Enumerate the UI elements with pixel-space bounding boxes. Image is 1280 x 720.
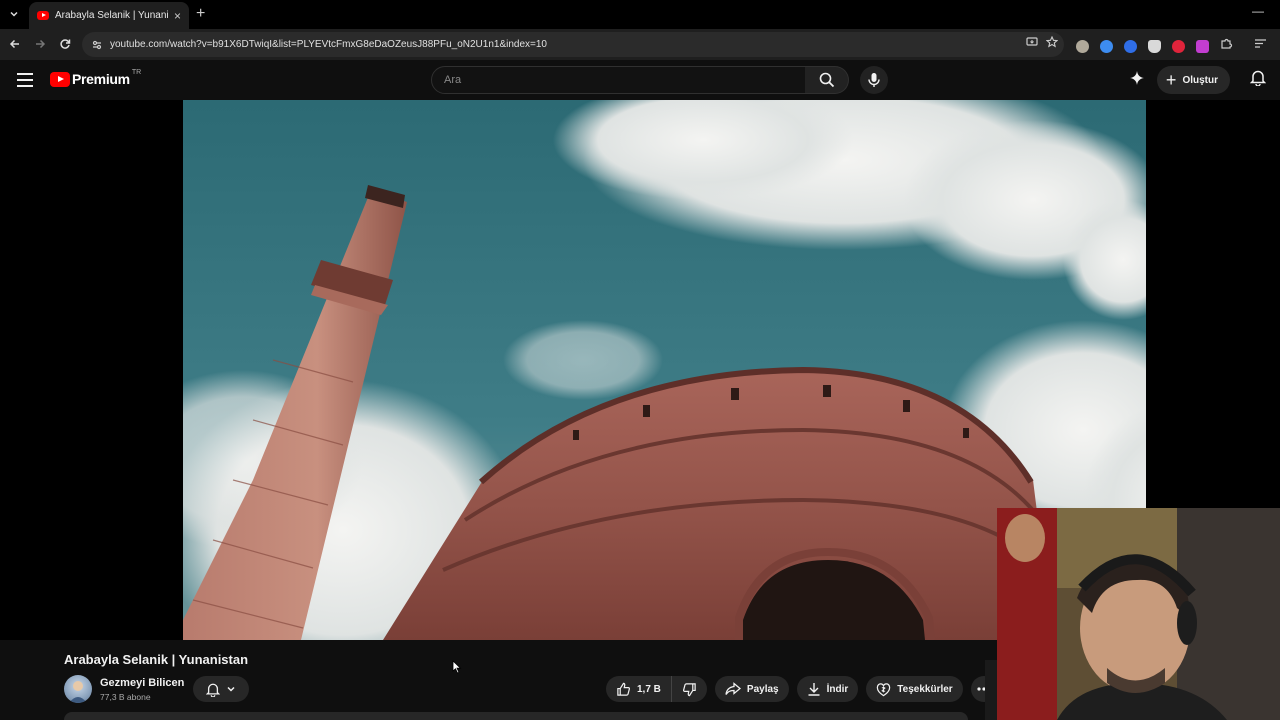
share-label: Paylaş [746,683,779,695]
address-bar[interactable]: youtube.com/watch?v=b91X6DTwiqI&list=PLY… [82,32,1064,57]
window-minimize-button[interactable]: — [1252,4,1264,18]
extension-5-icon[interactable] [1172,39,1185,53]
streamer-webcam-image [997,508,1280,720]
subscription-bell-button[interactable] [193,676,249,702]
thanks-button[interactable]: Teşekkürler [866,676,963,702]
sidebar-edge [985,660,997,720]
download-label: İndir [826,683,849,695]
gemini-sparkle-icon[interactable] [1129,70,1145,91]
site-settings-icon[interactable] [90,38,104,52]
tab-title: Arabayla Selanik | Yunanistan - [55,10,168,21]
browser-tab-strip: Arabayla Selanik | Yunanistan - × + — [0,0,1280,29]
reload-icon [60,39,71,49]
search-icon [819,72,834,88]
thanks-label: Teşekkürler [897,683,953,695]
extensions-row [1076,37,1267,55]
microphone-icon [868,73,880,87]
subscriber-count: 77,3 B abone [100,692,151,702]
browser-tab-active[interactable]: Arabayla Selanik | Yunanistan - × [29,2,189,29]
reading-list-icon[interactable] [1254,37,1267,55]
youtube-premium-logo[interactable]: Premium TR [50,68,142,87]
logo-region: TR [131,68,142,76]
share-arrow-icon [725,682,741,695]
create-label: Oluştur [1182,74,1218,86]
voice-search-button[interactable] [860,66,888,94]
thumbs-down-icon [682,682,696,696]
youtube-header: Premium TR + Oluştur [0,60,1280,100]
extensions-puzzle-icon[interactable] [1220,37,1233,55]
youtube-logo-icon [50,71,70,87]
extension-1-icon[interactable] [1076,39,1089,53]
notifications-bell-icon[interactable] [1249,69,1267,91]
back-button[interactable] [6,35,24,53]
browser-toolbar: youtube.com/watch?v=b91X6DTwiqI&list=PLY… [0,29,1280,60]
bookmark-star-icon[interactable] [1045,35,1059,51]
video-title: Arabayla Selanik | Yunanistan [64,652,249,667]
install-app-icon[interactable] [1026,36,1038,51]
chevron-down-icon [10,11,18,17]
reload-button[interactable] [56,35,74,53]
like-button[interactable]: 1,7 B [606,676,672,702]
forward-button[interactable] [31,35,49,53]
video-actions: 1,7 B Paylaş İndir Teşekkürler [606,676,997,702]
search-button[interactable] [805,66,849,94]
tab-search-menu-button[interactable] [4,4,24,24]
mouse-cursor-icon [452,660,462,679]
like-count: 1,7 B [637,683,661,695]
share-button[interactable]: Paylaş [714,676,789,702]
new-tab-button[interactable]: + [196,5,205,23]
youtube-favicon-icon [37,11,49,20]
channel-avatar[interactable] [64,675,92,703]
extension-shield-icon[interactable] [1148,39,1161,53]
extension-2-icon[interactable] [1100,39,1113,53]
search-box [431,66,806,94]
download-button[interactable]: İndir [796,676,859,702]
plus-icon: + [1165,70,1177,90]
channel-name[interactable]: Gezmeyi Bilicen [100,677,184,689]
bell-icon [206,683,220,697]
logo-text: Premium [72,71,130,87]
create-button[interactable]: + Oluştur [1156,66,1230,94]
extension-3-icon[interactable] [1124,39,1137,53]
url-text: youtube.com/watch?v=b91X6DTwiqI&list=PLY… [110,39,547,50]
tab-close-button[interactable]: × [174,9,181,23]
thumbs-up-icon [617,682,631,696]
arrow-left-icon [9,39,19,49]
super-thanks-icon [877,682,891,696]
search-input[interactable] [432,67,805,93]
webcam-overlay [997,508,1280,720]
chevron-down-icon [227,686,235,692]
extension-6-icon[interactable] [1196,39,1209,53]
menu-hamburger-icon[interactable] [17,73,33,87]
download-icon [808,683,820,696]
dislike-button[interactable] [672,676,707,702]
description-box[interactable] [64,712,968,720]
arrow-right-icon [36,39,46,49]
like-dislike-group: 1,7 B [606,676,707,702]
